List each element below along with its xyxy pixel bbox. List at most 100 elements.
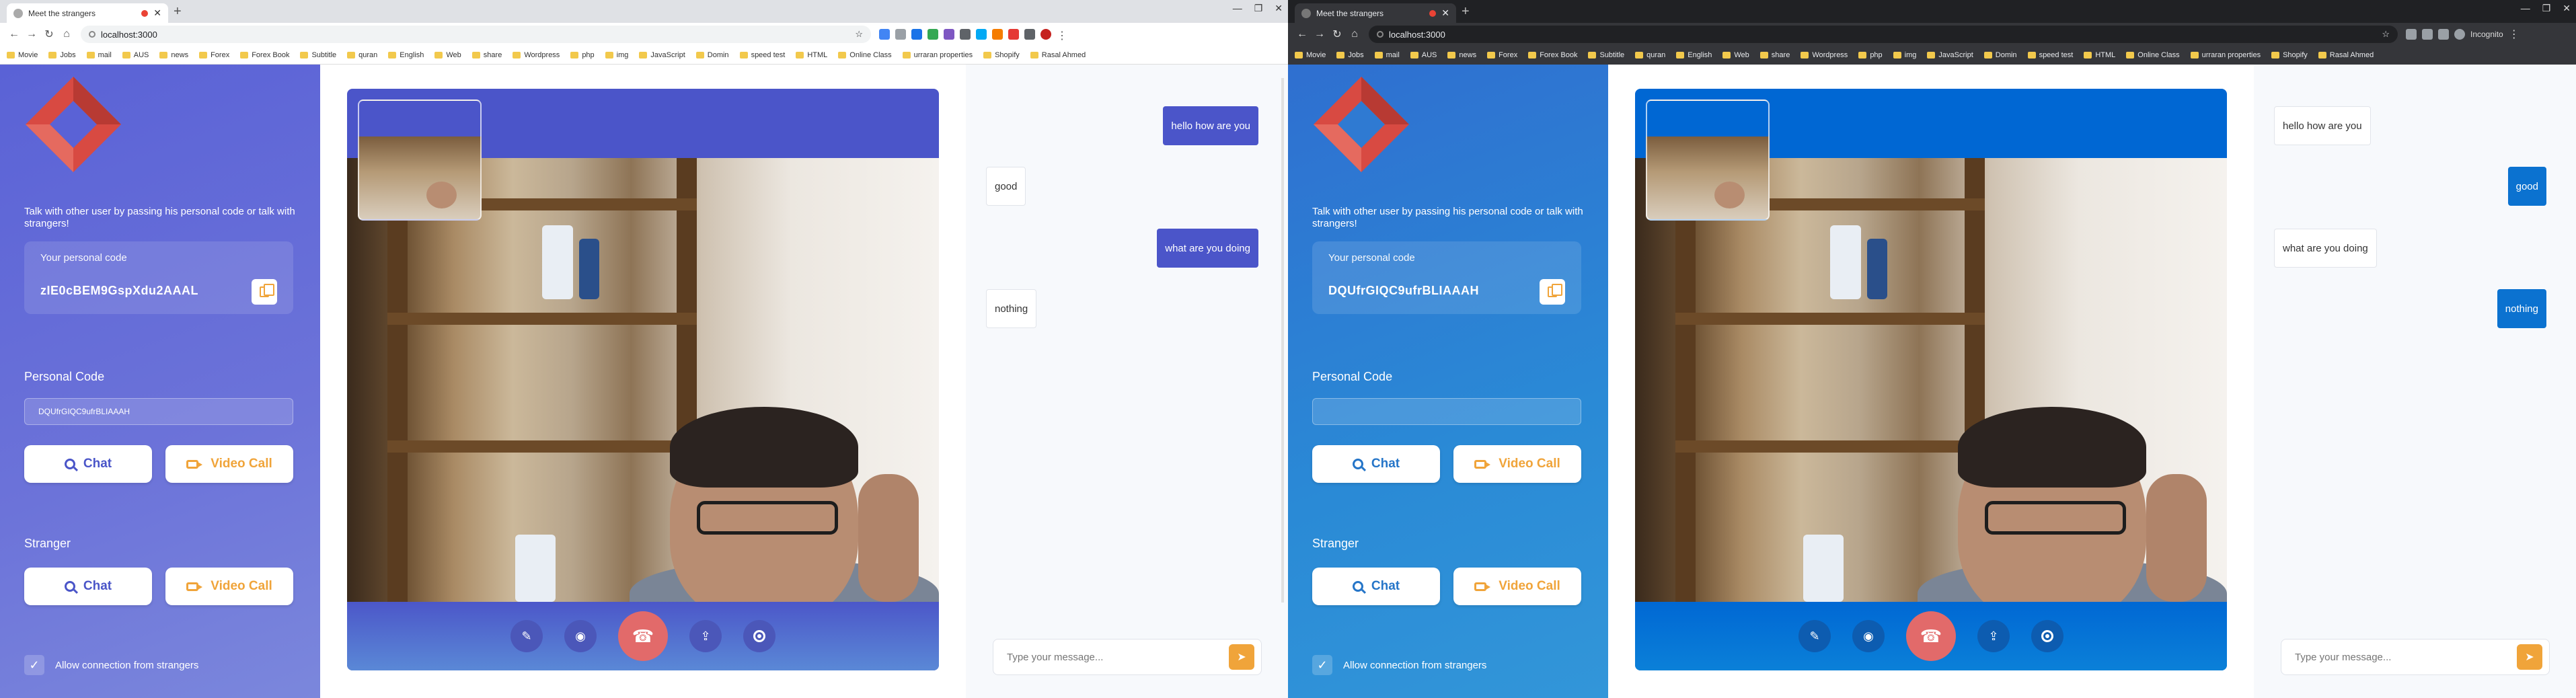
bookmark-item[interactable]: share (1759, 51, 1790, 59)
bookmark-item[interactable]: urraran properties (902, 51, 973, 59)
bookmark-item[interactable]: HTML (796, 51, 827, 59)
record-icon[interactable] (743, 620, 775, 652)
bookmark-item[interactable]: quran (347, 51, 377, 59)
bookmark-item[interactable]: Forex (1487, 51, 1517, 59)
bookmark-item[interactable]: php (570, 51, 595, 59)
bookmark-item[interactable]: Movie (7, 51, 38, 59)
bookmark-item[interactable]: Subtitle (1588, 51, 1624, 59)
bookmark-item[interactable]: Wordpress (513, 51, 560, 59)
personal-code-input[interactable] (24, 398, 293, 425)
bookmark-item[interactable]: php (1858, 51, 1883, 59)
bookmark-item[interactable]: English (1676, 51, 1712, 59)
bookmark-star-icon[interactable]: ☆ (2382, 29, 2390, 40)
bookmark-item[interactable]: Online Class (2126, 51, 2180, 59)
bookmark-item[interactable]: Domin (695, 51, 729, 59)
extension-icon[interactable] (2406, 29, 2417, 40)
stranger-video-call-button[interactable]: Video Call (165, 568, 293, 605)
bookmark-star-icon[interactable]: ☆ (855, 29, 863, 40)
bookmark-item[interactable]: Jobs (48, 51, 76, 59)
stranger-chat-button[interactable]: Chat (1312, 568, 1440, 605)
copy-code-button[interactable] (252, 279, 277, 305)
bookmark-item[interactable]: img (605, 51, 628, 59)
scrollbar[interactable] (1281, 78, 1284, 603)
close-tab-icon[interactable]: ✕ (153, 7, 161, 19)
extensions-puzzle-icon[interactable] (2422, 29, 2433, 40)
back-icon[interactable]: ← (1293, 28, 1311, 40)
bookmark-item[interactable]: Forex (199, 51, 229, 59)
bookmark-item[interactable]: Web (434, 51, 461, 59)
bookmark-item[interactable]: mail (1374, 51, 1400, 59)
maximize-icon[interactable]: ❐ (1254, 3, 1263, 14)
address-bar[interactable]: localhost:3000 ☆ (81, 26, 871, 43)
message-input[interactable] (2281, 639, 2517, 674)
bookmark-item[interactable]: AUS (122, 51, 149, 59)
bookmark-item[interactable]: Movie (1295, 51, 1326, 59)
extension-icon[interactable] (992, 29, 1003, 40)
maximize-icon[interactable]: ❐ (2542, 3, 2551, 14)
menu-kebab-icon[interactable]: ⋮ (2509, 28, 2520, 41)
home-icon[interactable]: ⌂ (1346, 28, 1363, 40)
hangup-icon[interactable]: ☎ (618, 611, 668, 661)
bookmark-item[interactable]: mail (86, 51, 112, 59)
record-icon[interactable] (2031, 620, 2063, 652)
screen-share-icon[interactable]: ⇪ (689, 620, 722, 652)
mic-off-icon[interactable]: ✎ (1798, 620, 1831, 652)
send-button[interactable]: ➤ (1229, 644, 1254, 670)
reload-icon[interactable]: ↻ (40, 28, 58, 41)
bookmark-item[interactable]: Rasal Ahmed (1030, 51, 1086, 59)
bookmark-item[interactable]: Jobs (1336, 51, 1364, 59)
back-icon[interactable]: ← (5, 28, 23, 40)
reload-icon[interactable]: ↻ (1328, 28, 1346, 41)
bookmark-item[interactable]: Forex Book (1528, 51, 1577, 59)
forward-icon[interactable]: → (1311, 28, 1328, 40)
bookmark-item[interactable]: share (471, 51, 502, 59)
mic-off-icon[interactable]: ✎ (510, 620, 543, 652)
bookmark-item[interactable]: JavaScript (639, 51, 685, 59)
close-window-icon[interactable]: ✕ (2563, 3, 2571, 14)
incognito-label[interactable]: Incognito (2470, 30, 2503, 39)
close-tab-icon[interactable]: ✕ (1441, 7, 1449, 19)
new-tab-button[interactable]: + (1462, 4, 1470, 19)
bookmark-item[interactable]: img (1893, 51, 1916, 59)
extension-icon[interactable] (1008, 29, 1019, 40)
home-icon[interactable]: ⌂ (58, 28, 75, 40)
extension-icon[interactable] (895, 29, 906, 40)
bookmark-item[interactable]: urraran properties (2190, 51, 2261, 59)
chat-button[interactable]: Chat (24, 445, 152, 483)
bookmark-item[interactable]: speed test (2027, 51, 2073, 59)
bookmark-item[interactable]: news (159, 51, 188, 59)
video-call-button[interactable]: Video Call (165, 445, 293, 483)
bookmark-item[interactable]: quran (1635, 51, 1665, 59)
chat-button[interactable]: Chat (1312, 445, 1440, 483)
bookmark-item[interactable]: Rasal Ahmed (2318, 51, 2374, 59)
bookmark-item[interactable]: Forex Book (240, 51, 289, 59)
bookmark-item[interactable]: JavaScript (1927, 51, 1973, 59)
stranger-chat-button[interactable]: Chat (24, 568, 152, 605)
address-bar[interactable]: localhost:3000 ☆ (1369, 26, 2398, 43)
bookmark-item[interactable]: English (388, 51, 424, 59)
extension-icon[interactable] (976, 29, 987, 40)
bookmark-item[interactable]: Wordpress (1801, 51, 1848, 59)
minimize-icon[interactable]: — (2521, 3, 2530, 14)
profile-avatar-icon[interactable] (1040, 29, 1051, 40)
camera-icon[interactable]: ◉ (564, 620, 597, 652)
bookmark-item[interactable]: Online Class (838, 51, 892, 59)
side-panel-icon[interactable] (2438, 29, 2449, 40)
browser-tab[interactable]: Meet the strangers ✕ (1295, 3, 1456, 23)
hangup-icon[interactable]: ☎ (1906, 611, 1956, 661)
send-button[interactable]: ➤ (2517, 644, 2542, 670)
screen-share-icon[interactable]: ⇪ (1977, 620, 2010, 652)
bookmark-item[interactable]: HTML (2084, 51, 2115, 59)
bookmark-item[interactable]: Shopify (2271, 51, 2308, 59)
extension-icon[interactable] (960, 29, 971, 40)
bookmark-item[interactable]: Web (1722, 51, 1749, 59)
minimize-icon[interactable]: — (1233, 3, 1242, 14)
new-tab-button[interactable]: + (174, 4, 182, 19)
allow-strangers-checkbox[interactable]: ✓ (24, 655, 44, 675)
site-info-icon[interactable] (1377, 31, 1384, 38)
bookmark-item[interactable]: speed test (739, 51, 785, 59)
extension-icon[interactable] (911, 29, 922, 40)
allow-strangers-checkbox[interactable]: ✓ (1312, 655, 1332, 675)
stranger-video-call-button[interactable]: Video Call (1453, 568, 1581, 605)
copy-code-button[interactable] (1540, 279, 1565, 305)
